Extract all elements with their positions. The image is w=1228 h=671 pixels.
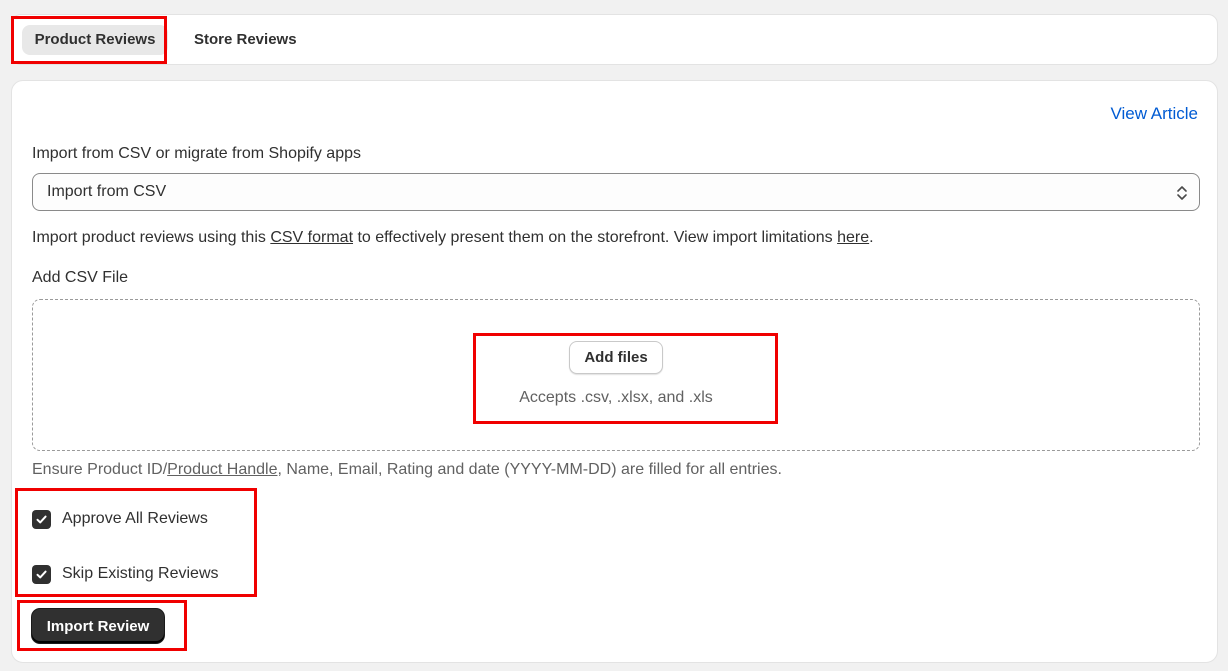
add-files-button[interactable]: Add files	[569, 341, 663, 374]
product-handle-link[interactable]: Product Handle	[167, 461, 277, 478]
required-fields-note: Ensure Product ID/Product Handle, Name, …	[32, 461, 782, 479]
skip-existing-label: Skip Existing Reviews	[62, 565, 219, 582]
view-article-link[interactable]: View Article	[1110, 104, 1198, 124]
skip-existing-checkbox[interactable]	[32, 564, 51, 584]
checkmark-icon	[36, 570, 47, 578]
file-label: Add CSV File	[32, 269, 129, 286]
chevron-up-down-icon	[1177, 186, 1187, 200]
source-label: Import from CSV or migrate from Shopify …	[32, 145, 361, 162]
checkmark-icon	[36, 515, 47, 523]
approve-all-row[interactable]: Approve All Reviews	[32, 507, 208, 531]
description-text-suffix: .	[869, 229, 874, 246]
skip-existing-row[interactable]: Skip Existing Reviews	[32, 562, 219, 586]
tab-product-reviews[interactable]: Product Reviews	[22, 25, 168, 55]
import-description: Import product reviews using this CSV fo…	[32, 229, 874, 247]
note-text: Ensure Product ID/	[32, 461, 168, 478]
approve-all-label: Approve All Reviews	[62, 510, 208, 527]
import-card: View Article Import from CSV or migrate …	[11, 80, 1218, 663]
description-text: Import product reviews using this	[32, 229, 271, 246]
source-select[interactable]: Import from CSV	[32, 173, 1200, 211]
note-text-suffix: , Name, Email, Rating and date (YYYY-MM-…	[277, 461, 782, 478]
approve-all-checkbox[interactable]	[32, 509, 51, 529]
accepted-formats: Accepts .csv, .xlsx, and .xls	[519, 389, 713, 406]
tab-store-reviews[interactable]: Store Reviews	[180, 25, 311, 55]
tabs-card: Product Reviews Store Reviews	[11, 14, 1218, 65]
import-review-button[interactable]: Import Review	[32, 609, 164, 643]
file-dropzone[interactable]: Add files Accepts .csv, .xlsx, and .xls	[32, 299, 1200, 451]
here-link[interactable]: here	[837, 229, 869, 246]
csv-format-link[interactable]: CSV format	[270, 229, 353, 246]
source-select-value: Import from CSV	[47, 183, 167, 200]
description-text-middle: to effectively present them on the store…	[353, 229, 838, 246]
